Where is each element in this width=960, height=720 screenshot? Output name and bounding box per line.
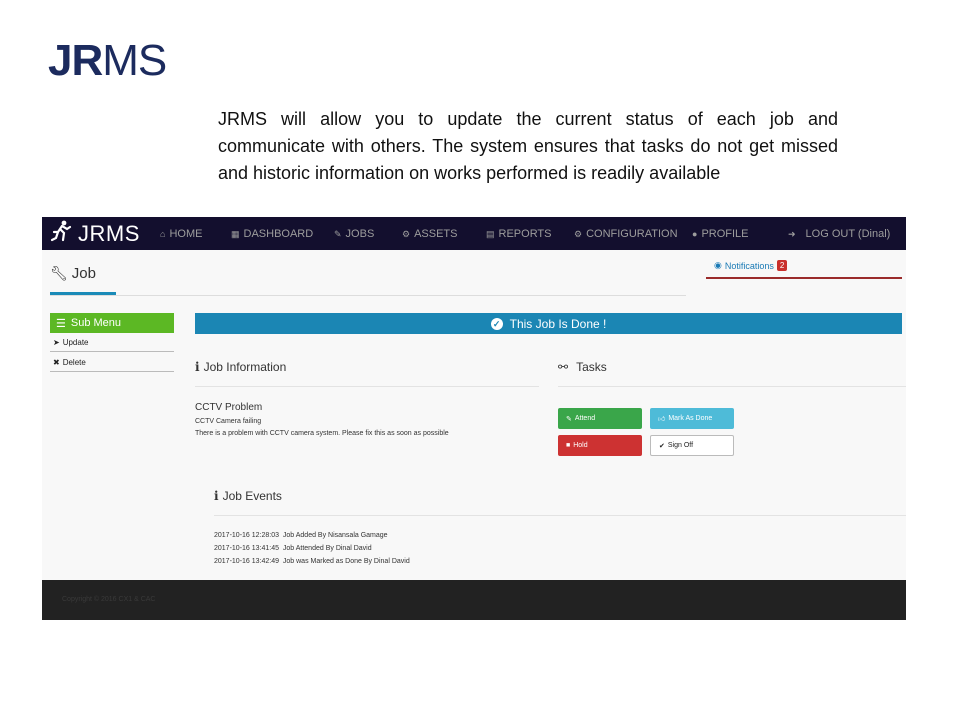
submenu-item-delete-label: Delete	[62, 357, 86, 367]
nav-profile[interactable]: ● PROFILE	[692, 228, 749, 240]
page-title-divider	[50, 295, 686, 296]
notifications-underline	[706, 277, 902, 279]
list-icon: ☰	[56, 317, 66, 330]
notifications-badge: 2	[776, 260, 788, 271]
bike-icon: ⚙	[402, 228, 411, 239]
running-man-icon	[50, 220, 72, 248]
nav-logout[interactable]: ➜ LOG OUT (Dinal)	[788, 228, 890, 240]
nav-home-label: HOME	[169, 228, 203, 240]
wrench-icon: ✎	[334, 228, 342, 239]
hold-button[interactable]: ■ Hold	[558, 435, 642, 456]
job-title: CCTV Problem	[195, 402, 263, 413]
job-events-heading: i Job Events	[214, 489, 282, 503]
job-events-title: Job Events	[222, 489, 282, 503]
status-banner-label: This Job Is Done !	[509, 316, 607, 331]
slide-title-light: MS	[102, 36, 167, 85]
info-icon: i	[195, 360, 200, 374]
stop-icon: ■	[566, 442, 571, 449]
notifications-label: Notifications	[724, 260, 774, 271]
check-icon: ✔	[659, 442, 665, 450]
attend-button-label: Attend	[574, 415, 596, 422]
nav-dashboard-label: DASHBOARD	[243, 228, 314, 240]
user-icon: ●	[692, 229, 698, 239]
intro-paragraph: JRMS will allow you to update the curren…	[218, 109, 838, 183]
job-event-text: Job Added By Nisansala Gamage	[282, 532, 388, 539]
brand-text: JRMS	[78, 220, 140, 246]
globe-icon: ◉	[714, 260, 722, 270]
job-event-text: Job Attended By Dinal David	[282, 545, 372, 552]
nav-logout-label: LOG OUT (Dinal)	[805, 228, 891, 240]
job-event-item: 2017-10-16 13:41:45 Job Attended By Dina…	[214, 545, 372, 552]
gears-icon: ⚙	[574, 228, 583, 239]
job-subtitle: CCTV Camera failing	[195, 418, 262, 425]
attend-button[interactable]: ✎ Attend	[558, 408, 642, 429]
job-event-item: 2017-10-16 12:28:03 Job Added By Nisansa…	[214, 532, 388, 539]
top-navbar: JRMS ⌂ HOME ▦ DASHBOARD ✎ JOBS ⚙ ASSETS ▤ REP…	[42, 217, 906, 250]
app-screenshot: JRMS ⌂ HOME ▦ DASHBOARD ✎ JOBS ⚙ ASSETS ▤ REP…	[42, 217, 906, 620]
submenu-item-delete[interactable]: ✖ Delete	[50, 353, 174, 372]
job-event-item: 2017-10-16 13:42:49 Job was Marked as Do…	[214, 558, 410, 565]
mark-as-done-button-label: Mark As Done	[668, 415, 713, 422]
job-info-heading: i Job Information	[195, 360, 286, 374]
mark-as-done-button[interactable]: 👍︎ Mark As Done	[650, 408, 734, 429]
nav-reports[interactable]: ▤ REPORTS	[486, 228, 552, 240]
wrench-icon: ✎	[566, 415, 572, 423]
job-event-time: 2017-10-16 13:41:45	[214, 545, 279, 552]
page-title-label: Job	[71, 265, 96, 282]
brand-logo[interactable]: JRMS	[50, 220, 158, 248]
footer: Copyright © 2016 CX1 & CAC	[42, 580, 906, 620]
nav-configuration[interactable]: ⚙ CONFIGURATION	[574, 228, 678, 240]
notifications-link[interactable]: ◉ Notifications 2	[714, 260, 788, 271]
nav-dashboard[interactable]: ▦ DASHBOARD	[231, 228, 313, 240]
nav-assets[interactable]: ⚙ ASSETS	[402, 228, 457, 240]
sign-off-button-label: Sign Off	[667, 442, 694, 449]
slide-title: JRMS	[48, 36, 167, 86]
check-circle-icon: ✓	[490, 317, 503, 330]
job-event-text: Job was Marked as Done By Dinal David	[282, 558, 410, 565]
submenu-header: ☰ Sub Menu	[50, 313, 174, 333]
job-info-divider	[195, 386, 539, 387]
print-icon: ▤	[486, 228, 495, 239]
job-event-time: 2017-10-16 12:28:03	[214, 532, 279, 539]
submenu-title: Sub Menu	[70, 317, 122, 329]
grid-icon: ▦	[231, 228, 240, 239]
job-events-divider	[214, 515, 906, 516]
footer-copyright: Copyright © 2016 CX1 & CAC	[62, 596, 156, 603]
tasks-title: Tasks	[576, 360, 607, 374]
submenu-item-update-label: Update	[62, 337, 89, 347]
nav-jobs[interactable]: ✎ JOBS	[334, 228, 374, 240]
info-icon: i	[214, 489, 219, 503]
tasks-divider	[558, 386, 906, 387]
submenu-item-update[interactable]: ➤ Update	[50, 333, 174, 352]
nav-profile-label: PROFILE	[701, 228, 749, 240]
sign-out-icon: ➜	[788, 228, 796, 239]
nav-assets-label: ASSETS	[414, 228, 458, 240]
send-icon: ➤	[53, 337, 60, 347]
home-icon: ⌂	[160, 229, 166, 239]
link-icon: ⚯	[558, 360, 569, 374]
nav-reports-label: REPORTS	[498, 228, 552, 240]
wrench-icon: 🔧︎	[50, 265, 68, 281]
sign-off-button[interactable]: ✔ Sign Off	[650, 435, 734, 456]
job-event-time: 2017-10-16 13:42:49	[214, 558, 279, 565]
close-icon: ✖	[53, 357, 60, 367]
slide-title-bold: JR	[48, 36, 103, 85]
hold-button-label: Hold	[573, 442, 588, 449]
nav-jobs-label: JOBS	[345, 228, 375, 240]
job-info-title: Job Information	[203, 360, 287, 374]
job-description: There is a problem with CCTV camera syst…	[195, 430, 449, 437]
nav-configuration-label: CONFIGURATION	[586, 228, 678, 240]
thumbs-up-icon: 👍︎	[658, 416, 666, 423]
tasks-heading: ⚯ Tasks	[558, 360, 607, 374]
status-banner: ✓ This Job Is Done !	[195, 313, 902, 334]
nav-home[interactable]: ⌂ HOME	[160, 228, 202, 240]
page-title: 🔧︎ Job	[50, 265, 96, 282]
